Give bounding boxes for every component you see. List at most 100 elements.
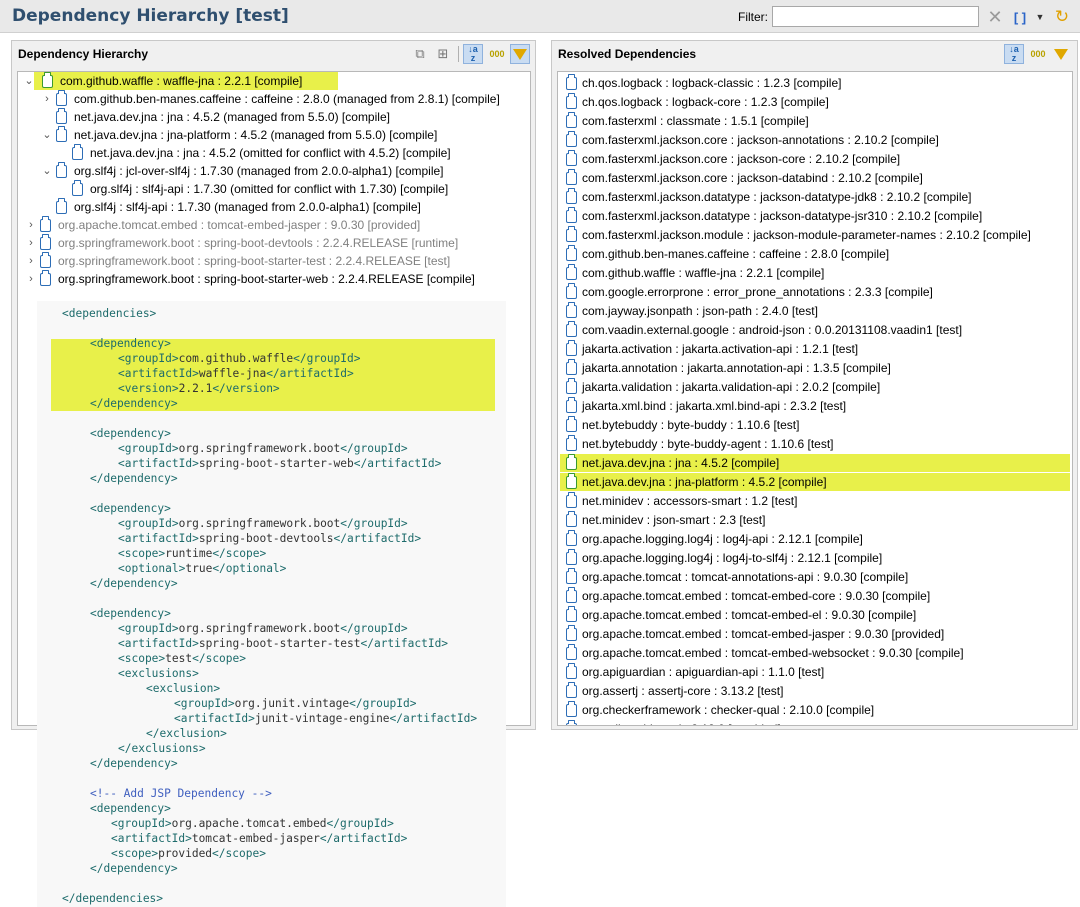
xml-tag: <dependencies> (62, 307, 157, 320)
chevron-down-icon[interactable]: ▼ (1030, 7, 1050, 27)
code-line: <version>2.2.1</version> (118, 381, 280, 396)
code-line: <dependency> (90, 501, 171, 516)
jar-icon (566, 169, 577, 185)
resolved-row-label: net.bytebuddy : byte-buddy : 1.10.6 [tes… (582, 418, 800, 432)
collapse-all-icon[interactable]: ⧉ (410, 44, 430, 64)
toolbar-separator (458, 46, 459, 62)
resolved-list[interactable]: ch.qos.logback : logback-classic : 1.2.3… (557, 71, 1073, 726)
xml-tag: </artifactId> (319, 832, 408, 845)
clear-x-icon[interactable]: ✕ (985, 7, 1005, 27)
tree-row[interactable]: ⌄ com.github.waffle : waffle-jna : 2.2.1 … (24, 72, 338, 90)
resolved-header: Resolved Dependencies ↓a z 000 (552, 41, 1077, 67)
code-line: </exclusions> (118, 741, 206, 756)
resolved-row-label: com.fasterxml.jackson.core : jackson-dat… (582, 171, 923, 185)
jar-icon (40, 252, 51, 268)
xml-tag: </artifactId> (266, 367, 354, 380)
jar-icon (566, 74, 577, 90)
sort-az-icon[interactable]: ↓a z (463, 44, 483, 64)
resolved-row[interactable]: net.java.dev.jna : jna-platform : 4.5.2 … (560, 473, 1070, 491)
jar-icon (56, 126, 67, 142)
resolved-row-label: com.fasterxml.jackson.datatype : jackson… (582, 209, 983, 223)
show-group-id-icon[interactable]: 000 (487, 44, 507, 64)
code-line: </dependency> (90, 576, 178, 591)
xml-value: spring-boot-starter-test (198, 637, 361, 650)
code-line: <artifactId>junit-vintage-engine</artifa… (174, 711, 477, 726)
xml-tag: </dependency> (90, 472, 178, 485)
chevron-right-icon[interactable]: › (40, 90, 54, 108)
resolved-row-label: com.fasterxml : classmate : 1.5.1 [compi… (582, 114, 809, 128)
jar-icon (566, 568, 577, 584)
jar-icon (566, 511, 577, 527)
resolved-row-label: com.google.errorprone : error_prone_anno… (582, 285, 933, 299)
hierarchy-header: Dependency Hierarchy ⧉ ⊞ ↓a z 000 (12, 41, 535, 67)
chevron-down-icon[interactable]: ⌄ (40, 126, 54, 144)
resolved-title: Resolved Dependencies (558, 47, 697, 61)
xml-value: runtime (165, 547, 213, 560)
code-line: </dependency> (90, 861, 178, 876)
filter-icon[interactable] (1051, 44, 1071, 64)
xml-tag: <scope> (118, 547, 166, 560)
chevron-right-icon[interactable]: › (24, 234, 38, 252)
brackets-icon[interactable]: [ ] (1010, 7, 1030, 27)
show-group-id-icon[interactable]: 000 (1028, 44, 1048, 64)
xml-tag: <optional> (118, 562, 186, 575)
chevron-right-icon[interactable]: › (24, 270, 38, 288)
resolved-row-label: org.apache.tomcat : tomcat-annotations-a… (582, 570, 909, 584)
sort-az-icon[interactable]: ↓a z (1004, 44, 1024, 64)
xml-tag: <groupId> (118, 442, 179, 455)
filter-input[interactable] (772, 6, 979, 27)
xml-tag: <artifactId> (118, 637, 199, 650)
jar-icon (566, 226, 577, 242)
refresh-icon[interactable]: ↻ (1052, 7, 1072, 27)
xml-tag: <scope> (111, 847, 159, 860)
xml-tag: </groupId> (326, 817, 394, 830)
resolved-row-label: com.github.ben-manes.caffeine : caffeine… (582, 247, 890, 261)
chevron-right-icon[interactable]: › (24, 216, 38, 234)
resolved-row-label: org.apache.tomcat.embed : tomcat-embed-j… (582, 627, 945, 641)
resolved-row-label: jakarta.activation : jakarta.activation-… (582, 342, 859, 356)
code-line: <artifactId>spring-boot-starter-web</art… (118, 456, 441, 471)
filter-icon[interactable] (510, 44, 530, 64)
chevron-right-icon[interactable]: › (24, 252, 38, 270)
jar-icon (42, 72, 53, 88)
resolved-row-label: org.checkerframework : checker-qual : 2.… (582, 703, 875, 717)
code-line: </exclusion> (146, 726, 227, 741)
xml-tag: <groupId> (118, 622, 179, 635)
code-line: </dependency> (90, 471, 178, 486)
resolved-row[interactable]: net.java.dev.jna : jna : 4.5.2 [compile] (560, 454, 1070, 472)
code-line: <dependencies> (62, 306, 156, 321)
jar-icon (566, 720, 577, 725)
xml-tag: </exclusions> (118, 742, 206, 755)
tree-row-label: org.slf4j : jcl-over-slf4j : 1.7.30 (man… (74, 164, 444, 178)
resolved-row-label: com.fasterxml.jackson.core : jackson-ann… (582, 133, 939, 147)
jar-icon (566, 701, 577, 717)
resolved-row-label: com.fasterxml.jackson.core : jackson-cor… (582, 152, 901, 166)
chevron-down-icon[interactable]: ⌄ (40, 162, 54, 180)
tree-row-label: com.github.ben-manes.caffeine : caffeine… (74, 92, 500, 106)
xml-tag: <artifactId> (111, 832, 192, 845)
jar-icon (72, 144, 83, 160)
tree-row-label: org.springframework.boot : spring-boot-d… (58, 236, 459, 250)
resolved-row-label: ch.qos.logback : logback-classic : 1.2.3… (582, 76, 842, 90)
code-line: <groupId>org.junit.vintage</groupId> (174, 696, 417, 711)
code-line: <scope>test</scope> (118, 651, 246, 666)
pom-xml-snippet: <dependencies> <dependency> <groupId>com.g… (37, 301, 506, 907)
chevron-down-icon[interactable]: ⌄ (22, 72, 36, 90)
tree-row-label: org.springframework.boot : spring-boot-s… (58, 254, 451, 268)
xml-value: spring-boot-starter-web (198, 457, 354, 470)
jar-icon (566, 587, 577, 603)
resolved-row-label: com.vaadin.external.google : android-jso… (582, 323, 963, 337)
jar-icon (566, 245, 577, 261)
xml-value: org.junit.vintage (234, 697, 350, 710)
xml-comment: <!-- Add JSP Dependency --> (90, 787, 272, 800)
code-line: <groupId>org.apache.tomcat.embed</groupI… (111, 816, 394, 831)
tree-row-label: org.springframework.boot : spring-boot-s… (58, 272, 475, 286)
xml-tag: <scope> (118, 652, 166, 665)
resolved-row-label: org.apiguardian : apiguardian-api : 1.1.… (582, 665, 825, 679)
resolved-row-label: com.jayway.jsonpath : json-path : 2.4.0 … (582, 304, 818, 318)
resolved-row-label: net.bytebuddy : byte-buddy-agent : 1.10.… (582, 437, 834, 451)
jar-icon (56, 90, 67, 106)
jar-icon (566, 625, 577, 641)
xml-tag: <artifactId> (118, 532, 199, 545)
expand-all-icon[interactable]: ⊞ (433, 44, 453, 64)
